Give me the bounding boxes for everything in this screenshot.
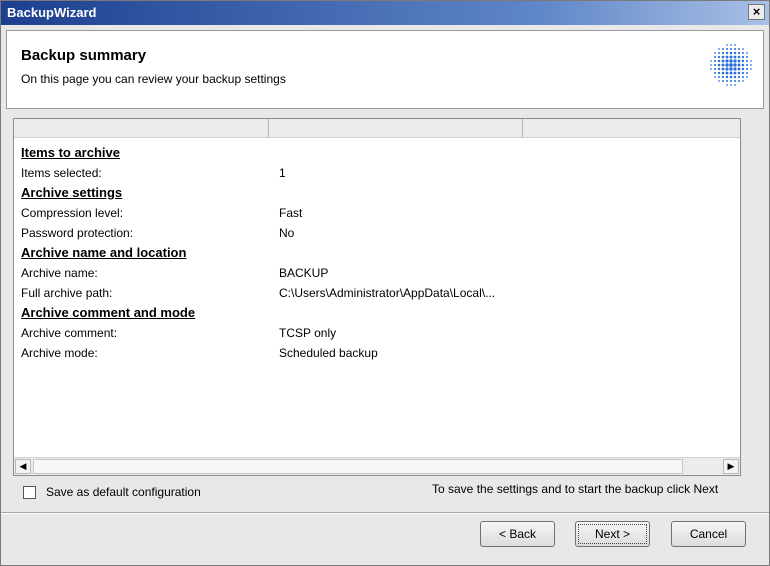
setting-label: Archive name: <box>21 266 98 280</box>
dotted-globe-icon <box>710 44 752 86</box>
setting-label: Password protection: <box>21 226 134 240</box>
save-default-option[interactable]: Save as default configuration <box>23 483 201 501</box>
scroll-left-button[interactable]: ◀ <box>15 459 31 474</box>
summary-list[interactable]: Items to archive Items selected: 1 Archive … <box>13 118 741 476</box>
save-default-label: Save as default configuration <box>46 485 201 499</box>
setting-label: Archive mode: <box>21 346 98 360</box>
scrollbar-thumb[interactable] <box>33 459 683 474</box>
setting-label: Archive comment: <box>21 326 118 340</box>
column-header <box>14 119 740 138</box>
section-heading-label: Archive name and location <box>21 245 187 260</box>
setting-value: Scheduled backup <box>279 346 378 360</box>
button-bar-divider <box>1 512 769 514</box>
back-button[interactable]: < Back <box>480 521 555 547</box>
title-bar[interactable]: BackupWizard × <box>1 1 769 25</box>
horizontal-scrollbar[interactable]: ◀ ▶ <box>14 457 740 475</box>
column-divider[interactable] <box>268 119 269 137</box>
setting-label: Items selected: <box>21 166 102 180</box>
save-default-checkbox[interactable] <box>23 485 36 499</box>
wizard-header: Backup summary On this page you can revi… <box>6 30 764 109</box>
arrow-left-icon: ◀ <box>19 461 27 471</box>
close-button[interactable]: × <box>748 4 765 20</box>
instruction-text: To save the settings and to start the ba… <box>432 482 719 496</box>
arrow-right-icon: ▶ <box>727 461 735 471</box>
cancel-button[interactable]: Cancel <box>671 521 746 547</box>
backup-wizard-window: BackupWizard × Backup summary On this pa… <box>0 0 770 566</box>
setting-value: BACKUP <box>279 266 329 280</box>
next-button[interactable]: Next > <box>575 521 650 547</box>
scroll-right-button[interactable]: ▶ <box>723 459 739 474</box>
window-title: BackupWizard <box>7 5 97 20</box>
setting-value: C:\Users\Administrator\AppData\Local\... <box>279 286 496 300</box>
setting-value: 1 <box>279 166 286 180</box>
setting-value: Fast <box>279 206 303 220</box>
section-heading-label: Archive settings <box>21 185 123 200</box>
setting-label: Compression level: <box>21 206 124 220</box>
column-divider[interactable] <box>522 119 523 137</box>
setting-value: TCSP only <box>279 326 337 340</box>
close-icon: × <box>752 4 761 19</box>
page-subtitle: On this page you can review your backup … <box>21 72 286 86</box>
setting-label: Full archive path: <box>21 286 113 300</box>
section-heading-label: Archive comment and mode <box>21 305 196 320</box>
page-title: Backup summary <box>21 47 147 64</box>
setting-value: No <box>279 226 295 240</box>
section-heading-label: Items to archive <box>21 145 120 160</box>
